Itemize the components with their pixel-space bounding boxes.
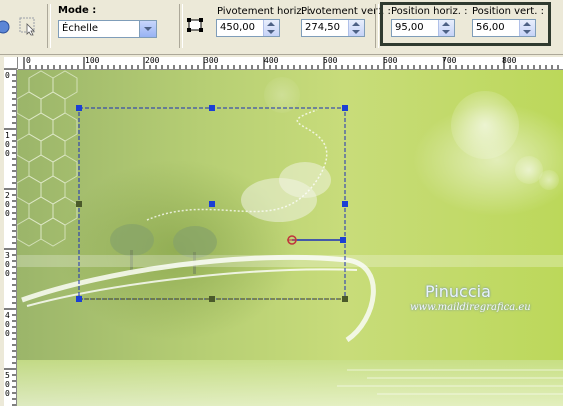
mode-select[interactable]: Échelle [58,20,157,38]
image-canvas[interactable]: Pinuccia www.maildiregrafica.eu [17,70,563,406]
ruler-ticks [4,69,16,406]
watermark-name: Pinuccia [425,282,491,301]
transform-handle[interactable] [209,296,215,302]
position-vert-label: Position vert. : [472,6,544,17]
watermark-url: www.maildiregrafica.eu [410,302,531,313]
spinner-icon[interactable] [263,20,279,36]
toolbar-separator [47,4,51,48]
position-horiz-value: 95,00 [395,22,424,33]
transform-handle[interactable] [342,105,348,111]
ruler-label: 400 [264,57,279,65]
transform-handle[interactable] [76,105,82,111]
ruler-label: 700 [442,57,457,65]
position-vert-value: 56,00 [476,22,505,33]
ruler-label: 0 [5,71,10,80]
ruler-ticks [23,57,559,69]
spinner-icon[interactable] [348,20,364,36]
ruler-label: 200 [145,57,160,65]
transform-handle[interactable] [76,201,82,207]
ruler-corner [4,57,18,69]
transform-handle[interactable] [209,201,215,207]
toolbar-separator [375,4,379,48]
pivot-vert-field[interactable]: 274,50 [301,19,365,37]
toolbar: Mode : Échelle Pivotement horiz. : 450,0… [0,0,563,55]
pivot-vert-value: 274,50 [305,22,340,33]
toolbar-separator [179,4,183,48]
ruler-label: 800 [502,57,517,65]
transform-handle[interactable] [76,296,82,302]
reset-transform-icon[interactable] [186,17,206,35]
ruler-label: 0 [26,57,31,65]
background-art [17,70,563,406]
pivot-horiz-label: Pivotement horiz. : [217,6,312,17]
ruler-label: 300 [204,57,219,65]
ruler-label: 600 [383,57,398,65]
mode-value: Échelle [62,23,99,34]
transform-handle[interactable] [209,105,215,111]
position-vert-field[interactable]: 56,00 [472,19,536,37]
vertical-ruler: 0 1 0 0 2 0 0 3 0 0 4 0 0 5 0 0 [4,69,17,406]
pivot-horiz-value: 450,00 [220,22,255,33]
spinner-icon[interactable] [438,20,454,36]
spinner-icon[interactable] [519,20,535,36]
ruler-label: 5 0 0 [5,371,10,398]
mode-label: Mode : [58,5,97,16]
ruler-label: 500 [323,57,338,65]
ruler-label: 100 [85,57,100,65]
transform-handle[interactable] [342,296,348,302]
deform-tool-icon[interactable] [0,20,12,34]
rotation-handle[interactable] [340,237,346,243]
pivot-horiz-field[interactable]: 450,00 [216,19,280,37]
ruler-label: 1 0 0 [5,131,10,158]
chevron-down-icon[interactable] [139,21,156,37]
ruler-label: 4 0 0 [5,311,10,338]
position-horiz-field[interactable]: 95,00 [391,19,455,37]
pick-tool-icon[interactable] [18,16,38,36]
position-horiz-label: Position horiz. : [391,6,468,17]
ruler-label: 2 0 0 [5,191,10,218]
horizontal-ruler: 0 100 200 300 400 500 600 700 800 [18,57,563,70]
transform-handle[interactable] [342,201,348,207]
ruler-label: 3 0 0 [5,251,10,278]
